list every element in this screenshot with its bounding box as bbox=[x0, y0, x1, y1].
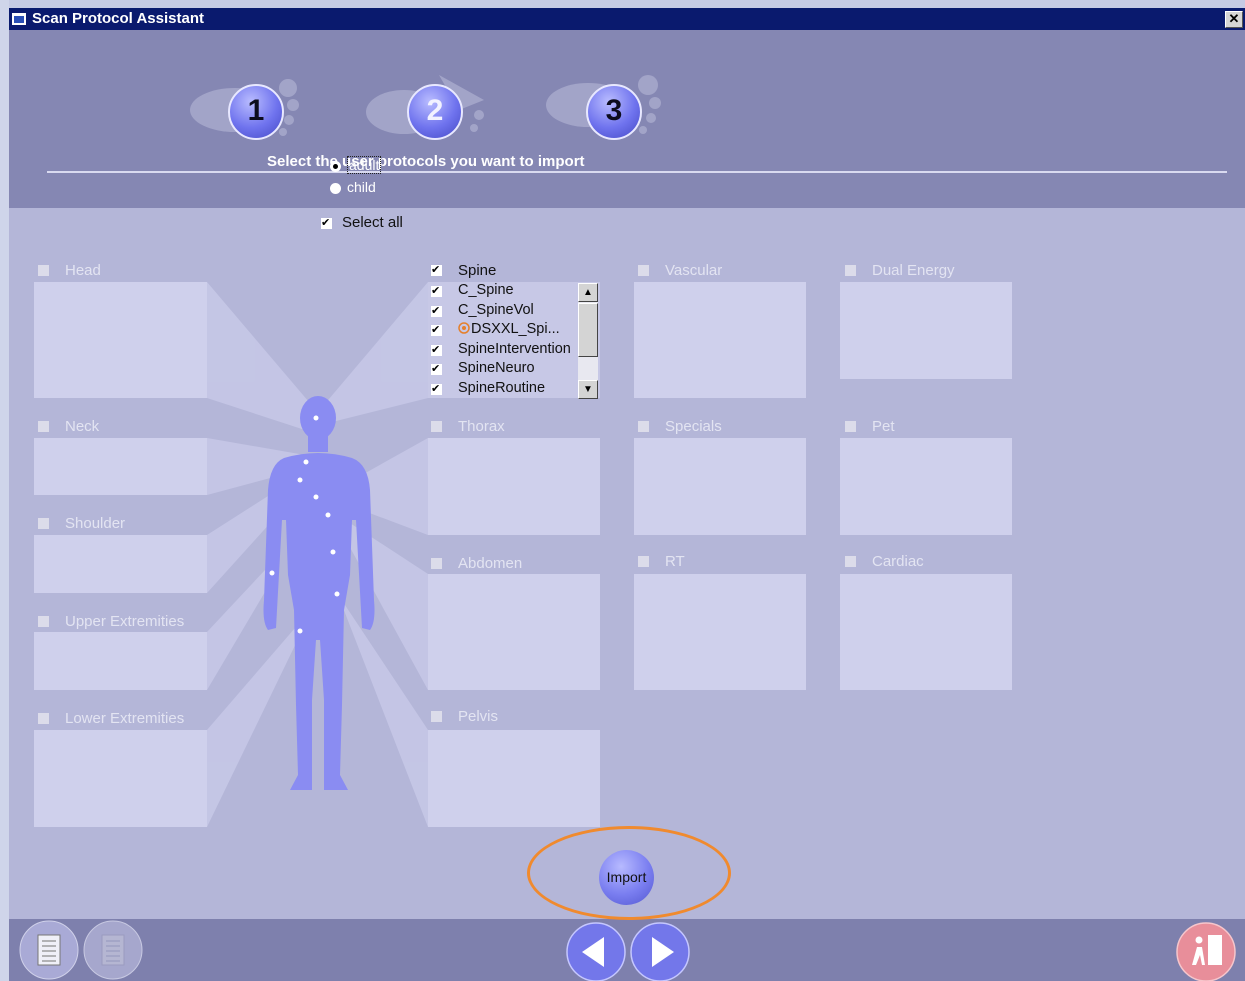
upper-extremities-checkbox[interactable] bbox=[38, 616, 49, 627]
document-icon[interactable] bbox=[19, 920, 79, 980]
pelvis-checkbox[interactable] bbox=[431, 711, 442, 722]
thorax-protocol-list[interactable] bbox=[428, 438, 600, 535]
select-all-checkbox[interactable] bbox=[321, 216, 332, 229]
protocol-checkbox[interactable] bbox=[431, 304, 442, 317]
vascular-label: Vascular bbox=[665, 262, 723, 279]
protocol-checkbox[interactable] bbox=[431, 343, 442, 356]
rt-protocol-list[interactable] bbox=[634, 574, 806, 690]
scroll-down-arrow-icon[interactable]: ▼ bbox=[578, 380, 598, 399]
head-label: Head bbox=[65, 262, 101, 279]
footer-buttons bbox=[19, 920, 1236, 981]
specials-checkbox[interactable] bbox=[638, 421, 649, 432]
cardiac-label: Cardiac bbox=[872, 553, 924, 570]
vascular-checkbox[interactable] bbox=[638, 265, 649, 276]
head-protocol-list[interactable] bbox=[34, 282, 207, 398]
spine-protocol-item[interactable]: SpineNeuro bbox=[431, 360, 581, 379]
back-arrow-icon[interactable] bbox=[566, 922, 626, 981]
forward-arrow-icon[interactable] bbox=[630, 922, 690, 981]
upper-extremities-label: Upper Extremities bbox=[65, 613, 185, 630]
spine-protocol-item[interactable]: SpineRoutine bbox=[431, 380, 581, 399]
spine-protocol-item[interactable]: DSXXL_Spi... bbox=[431, 321, 581, 340]
pelvis-protocol-list[interactable] bbox=[428, 730, 600, 827]
dual-energy-label: Dual Energy bbox=[872, 262, 955, 279]
select-all-label: Select all bbox=[342, 214, 403, 231]
lower-extremities-label: Lower Extremities bbox=[65, 710, 185, 727]
thorax-label: Thorax bbox=[458, 418, 505, 435]
spine-protocol-item[interactable]: SpineIntervention bbox=[431, 341, 581, 360]
abdomen-protocol-list[interactable] bbox=[428, 574, 600, 690]
document-disabled-icon[interactable] bbox=[83, 920, 143, 980]
dual-energy-checkbox[interactable] bbox=[845, 265, 856, 276]
rt-checkbox[interactable] bbox=[638, 556, 649, 567]
neck-checkbox[interactable] bbox=[38, 421, 49, 432]
vascular-protocol-list[interactable] bbox=[634, 282, 806, 398]
import-button[interactable]: Import bbox=[599, 850, 654, 905]
scroll-up-arrow-icon[interactable]: ▲ bbox=[578, 283, 598, 302]
abdomen-label: Abdomen bbox=[458, 555, 523, 572]
pet-label: Pet bbox=[872, 418, 895, 435]
protocol-checkbox[interactable] bbox=[431, 382, 442, 395]
abdomen-checkbox[interactable] bbox=[431, 558, 442, 569]
head-checkbox[interactable] bbox=[38, 265, 49, 276]
spine-list-scrollbar[interactable]: ▲ ▼ bbox=[578, 283, 598, 399]
neck-protocol-list[interactable] bbox=[34, 438, 207, 495]
shoulder-label: Shoulder bbox=[65, 515, 126, 532]
shoulder-checkbox[interactable] bbox=[38, 518, 49, 529]
protocol-label: C_Spine bbox=[458, 282, 514, 298]
protocol-label: DSXXL_Spi... bbox=[471, 321, 560, 337]
spine-protocol-item[interactable]: C_Spine bbox=[431, 282, 581, 301]
specials-protocol-list[interactable] bbox=[634, 438, 806, 535]
rt-label: RT bbox=[665, 553, 685, 570]
protocol-checkbox[interactable] bbox=[431, 362, 442, 375]
shoulder-protocol-list[interactable] bbox=[34, 535, 207, 593]
protocol-label: C_SpineVol bbox=[458, 302, 534, 318]
dual-energy-protocol-list[interactable] bbox=[840, 282, 1012, 379]
scroll-thumb[interactable] bbox=[578, 303, 598, 357]
protocol-checkbox[interactable] bbox=[431, 323, 442, 336]
lower-extremities-protocol-list[interactable] bbox=[34, 730, 207, 827]
spine-protocol-item[interactable]: C_SpineVol bbox=[431, 302, 581, 321]
pelvis-label: Pelvis bbox=[458, 708, 499, 725]
protocol-checkbox[interactable] bbox=[431, 284, 442, 297]
protocol-label: SpineIntervention bbox=[458, 341, 571, 357]
lower-extremities-checkbox[interactable] bbox=[38, 713, 49, 724]
spine-checkbox[interactable] bbox=[431, 263, 442, 276]
pet-protocol-list[interactable] bbox=[840, 438, 1012, 535]
neck-label: Neck bbox=[65, 418, 100, 435]
syngo-icon bbox=[458, 321, 470, 337]
cardiac-protocol-list[interactable] bbox=[840, 574, 1012, 690]
spine-label: Spine bbox=[458, 262, 497, 279]
upper-extremities-protocol-list[interactable] bbox=[34, 632, 207, 690]
cardiac-checkbox[interactable] bbox=[845, 556, 856, 567]
patient-exit-icon[interactable] bbox=[1176, 922, 1236, 981]
protocol-label: SpineRoutine bbox=[458, 380, 546, 396]
protocol-label: SpineNeuro bbox=[458, 360, 535, 376]
specials-label: Specials bbox=[665, 418, 722, 435]
thorax-checkbox[interactable] bbox=[431, 421, 442, 432]
pet-checkbox[interactable] bbox=[845, 421, 856, 432]
